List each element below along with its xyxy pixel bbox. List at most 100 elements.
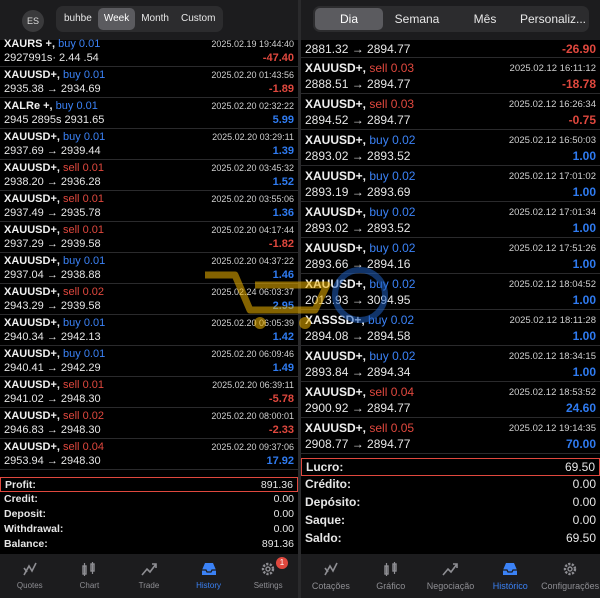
- deal-prices: 2927991s· 2.44 .54: [4, 52, 99, 64]
- list-item[interactable]: XAUUSD+, sell 0.01 2025.02.20 06:39:11 294…: [0, 377, 298, 408]
- deal-symbol: XAUUSD+, sell 0.01: [4, 193, 104, 205]
- list-item[interactable]: XAUUSD+, sell 0.04 2025.02.12 18:53:52 290…: [301, 382, 600, 418]
- deal-symbol: XAUUSD+, sell 0.02: [4, 410, 104, 422]
- deal-side: buy: [369, 133, 389, 147]
- deal-symbol: XAUUSD+, buy 0.02: [305, 241, 415, 255]
- deal-prices: 2943.29 → 2939.58: [4, 300, 101, 312]
- list-item[interactable]: XAUUSD+, buy 0.01 2025.02.20 06:05:39 2940…: [0, 315, 298, 346]
- deal-time: 2025.02.20 03:29:11: [212, 132, 294, 142]
- segment-0[interactable]: Dia: [315, 8, 383, 30]
- deal-prices: 2937.04 → 2938.88: [4, 269, 101, 281]
- tab-settings[interactable]: Settings 1: [238, 554, 298, 598]
- deal-prices: 2888.51 → 2894.77: [305, 77, 411, 91]
- list-item[interactable]: XALRe +, buy 0.01 2025.02.20 02:32:22 2945…: [0, 98, 298, 129]
- deal-symbol: XAURS +, buy 0.01: [4, 38, 100, 50]
- list-item[interactable]: XAUUSD+, sell 0.05 2025.02.12 19:14:35 290…: [301, 418, 600, 454]
- segment-3[interactable]: Personaliz...: [519, 8, 587, 30]
- summary-label: Lucro:: [306, 460, 344, 474]
- segment-2[interactable]: Month: [135, 8, 175, 30]
- deal-lot: 0.01: [83, 317, 106, 329]
- tab-label: Cotações: [311, 581, 350, 591]
- trade-icon: [442, 563, 459, 576]
- segment-1[interactable]: Semana: [383, 8, 451, 30]
- tab-chart[interactable]: Gráfico: [361, 554, 421, 598]
- list-item[interactable]: XAUUSD+, sell 0.03 2025.02.12 16:11:12 288…: [301, 58, 600, 94]
- summary-saldo: Saldo: 69.50: [301, 530, 600, 548]
- list-item[interactable]: XAUUSD+, buy 0.02 2025.02.12 17:51:26 2893…: [301, 238, 600, 274]
- list-item[interactable]: XAUUSD+, buy 0.02 2025.02.12 18:34:15 2893…: [301, 346, 600, 382]
- deal-prices: 2945 2895s 2931.65: [4, 114, 105, 126]
- list-item[interactable]: XAUUSD+, sell 0.01 2025.02.20 03:55:06 293…: [0, 191, 298, 222]
- tab-quotes[interactable]: Cotações: [301, 554, 361, 598]
- list-item[interactable]: XAUUSD+, buy 0.01 2025.02.20 03:29:11 2937…: [0, 129, 298, 160]
- deal-time: 2025.02.12 16:26:34: [508, 99, 596, 110]
- deal-lot: 0.01: [78, 38, 101, 50]
- list-item[interactable]: XASSSD+, buy 0.02 2025.02.12 18:11:28 2894…: [301, 310, 600, 346]
- tab-history[interactable]: Histórico: [480, 554, 540, 598]
- segment-3[interactable]: Custom: [175, 8, 221, 30]
- list-item[interactable]: XAUUSD+, buy 0.02 2025.02.12 17:01:34 2893…: [301, 202, 600, 238]
- deal-symbol: XAUUSD+, sell 0.01: [4, 162, 104, 174]
- header: Dia Semana Mês Personaliz...: [301, 0, 600, 40]
- quotes-icon: [324, 562, 338, 576]
- deal-time: 2025.02.12 17:01:34: [508, 207, 596, 218]
- tab-quotes[interactable]: Quotes: [0, 554, 60, 598]
- symbol-name: XAUUSD+,: [4, 441, 60, 453]
- segment-1[interactable]: Week: [97, 8, 136, 30]
- list-item[interactable]: XAUUSD+, sell 0.04 2025.02.20 09:37:06 295…: [0, 439, 298, 470]
- list-item[interactable]: XAUUSD+, sell 0.02 2025.02.24 06:03:37 294…: [0, 284, 298, 315]
- summary-crédito: Crédito: 0.00: [301, 476, 600, 494]
- symbol-name: XASSSD+,: [305, 313, 365, 327]
- symbol-name: XALRe +,: [4, 100, 53, 112]
- tab-label: Configurações: [541, 581, 600, 591]
- tab-label: Settings: [253, 581, 283, 590]
- deal-time: 2025.02.12 17:01:02: [508, 171, 596, 182]
- summary-value: 0.00: [572, 513, 596, 527]
- deal-prices: 2893.02 → 2893.52: [305, 221, 411, 235]
- deal-profit: 1.00: [572, 221, 596, 235]
- tab-label: Negociação: [426, 581, 475, 591]
- deal-time: 2025.02.20 06:05:39: [211, 318, 294, 328]
- deal-lot: 0.01: [82, 193, 104, 205]
- deal-profit: -1.82: [268, 238, 294, 250]
- period-selector: buhbe Week Month Custom: [56, 6, 224, 32]
- tab-history[interactable]: History: [179, 554, 239, 598]
- list-item[interactable]: XAUUSD+, sell 0.02 2025.02.20 08:00:01 294…: [0, 408, 298, 439]
- symbol-name: XAUUSD+,: [4, 131, 60, 143]
- deal-time: 2025.02.12 18:53:52: [508, 387, 596, 398]
- deal-profit: 1.00: [572, 149, 596, 163]
- tab-trade[interactable]: Trade: [119, 554, 179, 598]
- list-item[interactable]: XAUUSD+, buy 0.01 2025.02.20 01:43:56 2935…: [0, 67, 298, 98]
- symbol-name: XAUUSD+,: [4, 162, 60, 174]
- deal-prices: 2013.93 → 3094.95: [305, 293, 411, 307]
- symbol-name: XAUUSD+,: [4, 69, 60, 81]
- summary-label: Credit:: [4, 493, 38, 505]
- list-item[interactable]: XAUUSD+, sell 0.01 2025.02.20 04:17:44 293…: [0, 222, 298, 253]
- account-avatar[interactable]: ES: [22, 10, 44, 32]
- segment-2[interactable]: Mês: [451, 8, 519, 30]
- tab-settings[interactable]: Configurações: [540, 554, 600, 598]
- summary-depósito: Depósito: 0.00: [301, 494, 600, 512]
- list-item[interactable]: XAUUSD+, buy 0.01 2025.02.20 06:09:46 2940…: [0, 346, 298, 377]
- segment-0[interactable]: buhbe: [58, 8, 98, 30]
- deal-prices: 2893.19 → 2893.69: [305, 185, 411, 199]
- list-item[interactable]: XAUUSD+, sell 0.01 2025.02.20 03:45:32 293…: [0, 160, 298, 191]
- list-item[interactable]: XAUUSD+, buy 0.02 2025.02.12 17:01:02 2893…: [301, 166, 600, 202]
- deal-symbol: XAUUSD+, sell 0.03: [305, 97, 414, 111]
- list-item[interactable]: XAUUSD+, buy 0.02 2025.02.12 18:04:52 2013…: [301, 274, 600, 310]
- tab-trade[interactable]: Negociação: [421, 554, 481, 598]
- list-item[interactable]: 2881.32 → 2894.77 -26.90: [301, 40, 600, 58]
- deal-lot: 0.01: [82, 162, 104, 174]
- list-item[interactable]: XAUUSD+, buy 0.02 2025.02.12 16:50:03 2893…: [301, 130, 600, 166]
- list-item[interactable]: XAUUSD+, sell 0.03 2025.02.12 16:26:34 289…: [301, 94, 600, 130]
- symbol-name: XAUUSD+,: [305, 385, 367, 399]
- list-item[interactable]: XAURS +, buy 0.01 2025.02.19 19:44:40 2927…: [0, 36, 298, 67]
- deal-time: 2025.02.20 01:43:56: [211, 70, 294, 80]
- deal-time: 2025.02.20 02:32:22: [211, 101, 294, 111]
- deal-side: buy: [58, 38, 76, 50]
- list-item[interactable]: XAUUSD+, buy 0.01 2025.02.20 04:37:22 2937…: [0, 253, 298, 284]
- deal-side: buy: [369, 241, 389, 255]
- symbol-name: XAUUSD+,: [305, 133, 367, 147]
- tab-chart[interactable]: Chart: [60, 554, 120, 598]
- summary-value: 69.50: [565, 531, 596, 545]
